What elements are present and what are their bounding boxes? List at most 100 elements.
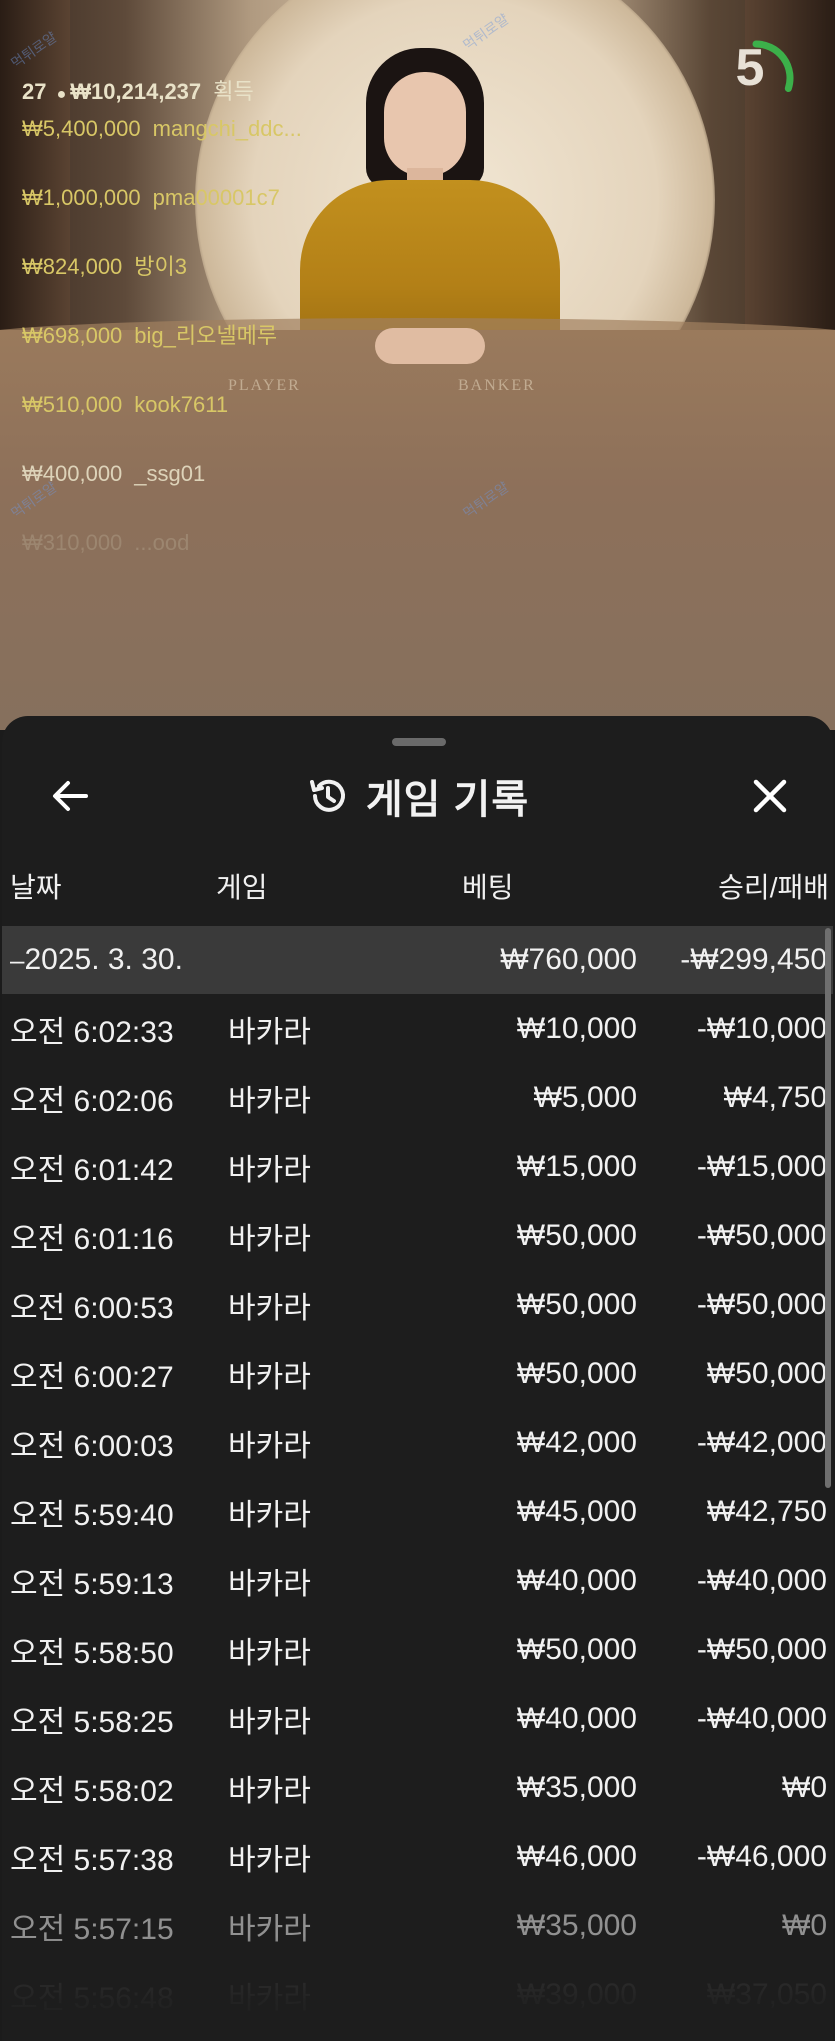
row-game: 바카라	[228, 1153, 311, 1187]
row-time: 오전 5:59:40	[10, 1498, 174, 1532]
row-game: 바카라	[228, 1705, 311, 1739]
row-game: 바카라	[228, 1291, 311, 1325]
row-result: ₩50,000	[706, 1356, 827, 1390]
winner-name: big_리오넬메루	[134, 323, 278, 348]
winner-row: ₩310,000 ...ood	[22, 526, 302, 595]
winner-row: ₩510,000 kook7611	[22, 388, 302, 457]
history-row[interactable]: 오전 5:57:38 바카라 ₩46,000 -₩46,000	[2, 1822, 833, 1891]
winner-name: ...ood	[134, 530, 190, 555]
row-bet: ₩42,000	[516, 1425, 637, 1459]
row-result: -₩46,000	[696, 1839, 827, 1873]
winner-amount: ₩824,000	[22, 254, 123, 279]
close-icon	[753, 779, 787, 813]
date-group-row[interactable]: –2025. 3. 30. ₩760,000 -₩299,450	[2, 926, 833, 994]
row-bet: ₩40,000	[516, 1563, 637, 1597]
timer-value: 5	[735, 39, 765, 97]
close-button[interactable]	[742, 768, 798, 824]
winner-amount: ₩1,000,000	[22, 185, 141, 210]
row-result: ₩0	[782, 1770, 827, 1804]
sheet-header: 게임 기록	[2, 768, 833, 824]
row-time: 오전 5:57:38	[10, 1843, 174, 1877]
history-row[interactable]: 오전 6:00:53 바카라 ₩50,000 -₩50,000	[2, 1270, 833, 1339]
player-count: 27	[22, 79, 47, 104]
winner-row: ₩400,000 _ssg01	[22, 457, 302, 526]
winner-amount: ₩698,000	[22, 323, 123, 348]
row-time: 오전 5:58:50	[10, 1636, 174, 1670]
sheet-title: 게임 기록	[365, 778, 530, 822]
row-result: -₩40,000	[696, 1563, 827, 1597]
history-row[interactable]: 오전 5:58:02 바카라 ₩35,000 ₩0	[2, 1753, 833, 1822]
row-bet: ₩50,000	[516, 1287, 637, 1321]
winner-amount: ₩310,000	[22, 530, 123, 555]
row-time: 오전 6:00:53	[10, 1291, 174, 1325]
history-row[interactable]: 오전 5:58:25 바카라 ₩40,000 -₩40,000	[2, 1684, 833, 1753]
row-result: ₩42,750	[706, 1494, 827, 1528]
row-bet: ₩50,000	[516, 1356, 637, 1390]
row-result: -₩42,000	[696, 1425, 827, 1459]
row-game: 바카라	[228, 1084, 311, 1118]
row-bet: ₩5,000	[533, 1080, 637, 1114]
row-bet: ₩45,000	[516, 1494, 637, 1528]
row-time: 오전 6:00:27	[10, 1360, 174, 1394]
history-row[interactable]: 오전 6:01:42 바카라 ₩15,000 -₩15,000	[2, 1132, 833, 1201]
history-row[interactable]: 오전 5:59:40 바카라 ₩45,000 ₩42,750	[2, 1477, 833, 1546]
row-game: 바카라	[228, 1774, 311, 1808]
table-label-banker: BANKER	[458, 377, 536, 394]
row-result: -₩50,000	[696, 1218, 827, 1252]
history-row[interactable]: 오전 6:02:33 바카라 ₩10,000 -₩10,000	[2, 994, 833, 1063]
row-time: 오전 5:58:02	[10, 1774, 174, 1808]
winner-amount: ₩5,400,000	[22, 116, 141, 141]
row-game: 바카라	[228, 1222, 311, 1256]
row-game: 바카라	[228, 1843, 311, 1877]
history-row[interactable]: 오전 6:01:16 바카라 ₩50,000 -₩50,000	[2, 1201, 833, 1270]
row-time: 오전 5:59:13	[10, 1567, 174, 1601]
row-time: 오전 6:01:42	[10, 1153, 174, 1187]
row-time: 오전 6:02:33	[10, 1015, 174, 1049]
winners-overlay: 27 ● ₩10,214,237 획득 ₩5,400,000 mangchi_ddc…	[22, 75, 302, 595]
winner-amount: ₩400,000	[22, 461, 123, 486]
game-history-sheet: 게임 기록 날짜 게임 베팅 승리/패배 –2025. 3. 30. ₩760,…	[2, 716, 833, 2041]
history-list[interactable]: –2025. 3. 30. ₩760,000 -₩299,450 오전 6:02…	[2, 926, 833, 2029]
row-game: 바카라	[228, 1429, 311, 1463]
winner-row: ₩698,000 big_리오넬메루	[22, 319, 302, 388]
winner-amount: ₩510,000	[22, 392, 123, 417]
row-result: ₩4,750	[723, 1080, 827, 1114]
group-toggle[interactable]: –2025. 3. 30.	[10, 926, 183, 994]
winner-row: ₩824,000 방이3	[22, 250, 302, 319]
winner-name: kook7611	[134, 392, 229, 417]
drag-handle[interactable]	[392, 738, 446, 746]
column-header-bet: 베팅	[462, 872, 514, 903]
countdown-timer: 5	[718, 32, 800, 124]
row-bet: ₩50,000	[516, 1632, 637, 1666]
group-bet-total: ₩760,000	[500, 943, 637, 976]
row-bet: ₩46,000	[516, 1839, 637, 1873]
history-row[interactable]: 오전 6:00:27 바카라 ₩50,000 ₩50,000	[2, 1339, 833, 1408]
winner-row: ₩5,400,000 mangchi_ddc...	[22, 112, 302, 181]
row-time: 오전 6:00:03	[10, 1429, 174, 1463]
row-result: -₩50,000	[696, 1287, 827, 1321]
row-result: -₩15,000	[696, 1149, 827, 1183]
row-result: -₩10,000	[696, 1011, 827, 1045]
row-game: 바카라	[228, 1498, 311, 1532]
history-row[interactable]: 오전 6:00:03 바카라 ₩42,000 -₩42,000	[2, 1408, 833, 1477]
history-rows: 오전 6:02:33 바카라 ₩10,000 -₩10,000 오전 6:02:06 바카…	[2, 994, 833, 2029]
history-row[interactable]: 오전 5:58:50 바카라 ₩50,000 -₩50,000	[2, 1615, 833, 1684]
group-result-total: -₩299,450	[680, 943, 827, 976]
history-row[interactable]: 오전 5:59:13 바카라 ₩40,000 -₩40,000	[2, 1546, 833, 1615]
history-row[interactable]: 오전 6:02:06 바카라 ₩5,000 ₩4,750	[2, 1063, 833, 1132]
winner-row: ₩1,000,000 pma00001c7	[22, 181, 302, 250]
row-bet: ₩10,000	[516, 1011, 637, 1045]
dealer-face	[384, 72, 466, 176]
column-header-date: 날짜	[10, 872, 62, 903]
scrollbar[interactable]	[825, 928, 831, 1488]
dealer-hands	[375, 328, 485, 364]
bottom-fade	[2, 1936, 833, 2041]
row-result: -₩40,000	[696, 1701, 827, 1735]
live-video: PLAYER BANKER 27 ● ₩10,214,237 획득 ₩5,400,…	[0, 0, 835, 730]
row-bet: ₩40,000	[516, 1701, 637, 1735]
row-time: 오전 5:58:25	[10, 1705, 174, 1739]
column-header-result: 승리/패배	[718, 872, 829, 903]
row-bet: ₩35,000	[516, 1770, 637, 1804]
row-game: 바카라	[228, 1567, 311, 1601]
row-bet: ₩50,000	[516, 1218, 637, 1252]
